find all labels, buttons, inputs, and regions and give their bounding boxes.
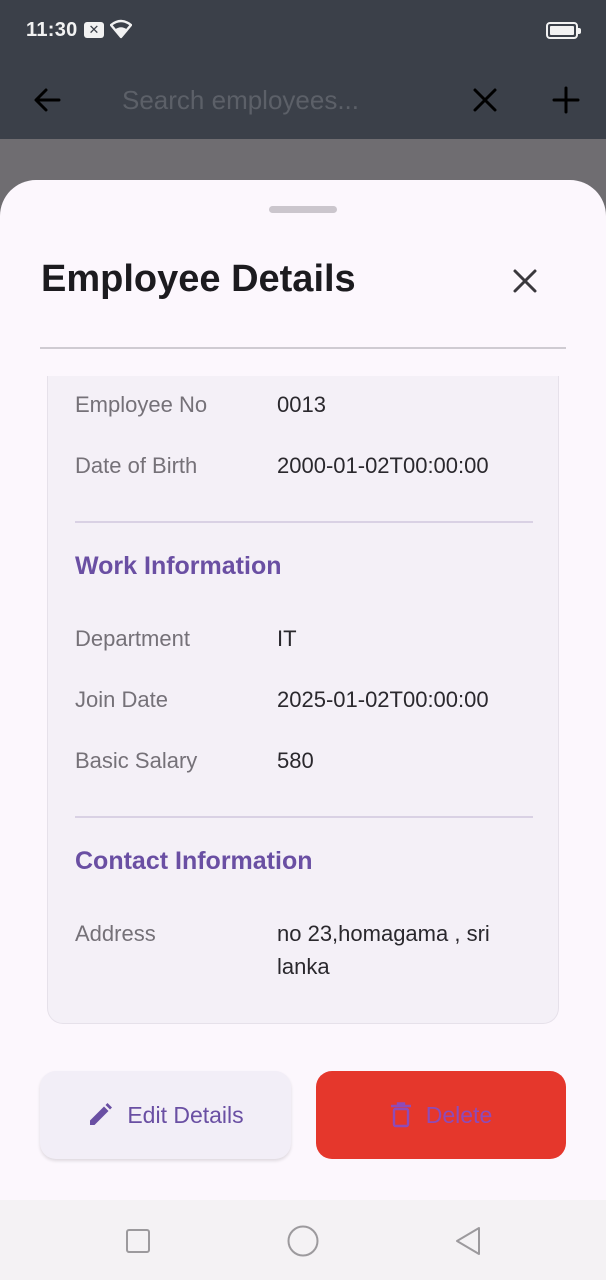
employee-details-sheet: Employee Details Employee No 0013 Date o… (0, 180, 606, 1200)
status-bar: 11:30 ✕ (0, 0, 606, 62)
nav-square-icon (126, 1229, 150, 1253)
wifi-icon (109, 19, 133, 44)
detail-label: Date of Birth (75, 453, 198, 478)
details-card: Employee No 0013 Date of Birth 2000-01-0… (47, 376, 559, 1024)
title-divider (40, 347, 566, 349)
edit-details-button[interactable]: Edit Details (40, 1071, 291, 1159)
detail-value: no 23,homagama , sri lanka (277, 921, 490, 979)
add-icon (552, 86, 580, 114)
section-divider (75, 521, 533, 523)
nav-circle-icon (287, 1225, 319, 1257)
section-title-contact: Contact Information (75, 847, 313, 875)
trash-icon (390, 1102, 412, 1128)
app-bar (0, 62, 606, 139)
detail-label: Address (75, 921, 156, 946)
nav-back-icon (456, 1227, 480, 1255)
add-employee-button[interactable] (542, 76, 590, 124)
detail-label: Employee No (75, 392, 208, 417)
detail-value: 2025-01-02T00:00:00 (277, 687, 489, 712)
drag-handle[interactable] (269, 206, 337, 213)
detail-label: Department (75, 626, 190, 651)
detail-label: Join Date (75, 687, 168, 712)
status-time: 11:30 (26, 19, 78, 41)
edit-details-label: Edit Details (127, 1101, 244, 1128)
delete-label: Delete (425, 1101, 493, 1128)
detail-value: IT (277, 626, 297, 651)
detail-value: 580 (277, 748, 314, 773)
section-title-work: Work Information (75, 552, 282, 580)
recents-button[interactable] (119, 1222, 157, 1260)
delete-button[interactable]: Delete (316, 1071, 566, 1159)
detail-label: Basic Salary (75, 748, 198, 773)
clear-icon (473, 88, 497, 112)
back-arrow-icon (34, 88, 61, 112)
search-input[interactable] (122, 76, 442, 124)
system-navigation-bar (0, 1200, 606, 1280)
close-icon (513, 269, 537, 293)
close-button[interactable] (502, 258, 548, 304)
home-button[interactable] (284, 1222, 322, 1260)
clear-search-button[interactable] (461, 76, 509, 124)
sheet-title: Employee Details (41, 258, 356, 300)
back-button[interactable] (23, 76, 71, 124)
detail-value: 2000-01-02T00:00:00 (277, 453, 489, 478)
section-divider (75, 816, 533, 818)
system-back-button[interactable] (449, 1222, 487, 1260)
detail-value: 0013 (277, 392, 326, 417)
notification-icon: ✕ (84, 22, 104, 38)
battery-icon (546, 22, 581, 39)
edit-pencil-icon (87, 1102, 113, 1128)
